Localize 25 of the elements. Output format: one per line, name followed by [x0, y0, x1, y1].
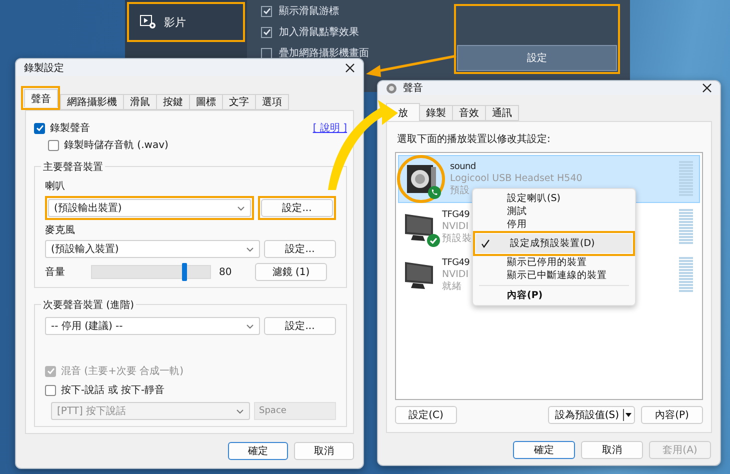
window-title: 聲音	[403, 82, 423, 95]
field-label: 音量	[45, 266, 66, 279]
field-label: 喇叭	[45, 180, 66, 193]
option-label: 加入滑鼠點擊效果	[279, 26, 359, 39]
option-label: 顯示滑鼠游標	[279, 4, 339, 18]
volume-reading: 80	[219, 266, 233, 278]
device-detail: NVIDI	[442, 269, 469, 281]
checkbox-label: 按下-說話 或 按下-靜音	[61, 384, 165, 397]
device-name: sound	[450, 161, 476, 173]
device-detail: Logicool USB Headset H540	[450, 173, 582, 185]
checkbox-label: 錄製聲音	[50, 122, 90, 135]
device-name: TFG49	[442, 209, 470, 221]
device-status: 就緒	[442, 281, 462, 293]
device-detail: NVIDI	[442, 221, 469, 233]
checkbox-label: 混音 (主要+次要 合成一軌)	[61, 364, 184, 378]
device-status: 預設	[450, 185, 470, 197]
instruction-text: 選取下面的播放裝置以修改其設定:	[397, 132, 552, 146]
group-title: 次要聲音裝置 (進階)	[41, 298, 136, 312]
window-title: 錄製設定	[24, 62, 64, 74]
field-label: 麥克風	[45, 224, 76, 237]
device-name: TFG49	[442, 257, 470, 269]
option-label: 疊加網路攝影機畫面	[279, 46, 369, 60]
group-title: 主要聲音裝置	[41, 160, 105, 174]
checkbox-label: 錄製時儲存音軌 (.wav)	[64, 138, 168, 152]
device-status: 預設裝	[442, 233, 472, 245]
